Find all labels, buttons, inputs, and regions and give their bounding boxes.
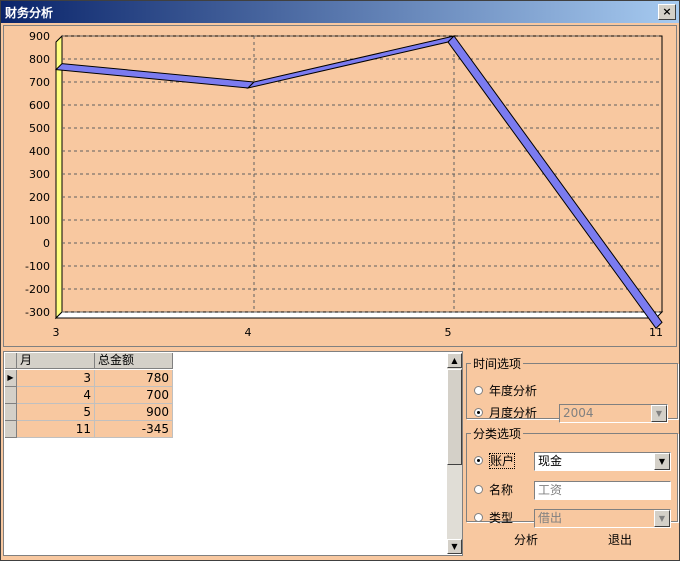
analyze-button[interactable]: 分析 [497, 529, 555, 551]
y-tick-label: 300 [29, 168, 50, 181]
name-input[interactable]: 工资 [534, 481, 671, 500]
table-cell-month[interactable]: 5 [17, 404, 95, 421]
finance-analysis-window: 财务分析 × 900 800 700 600 500 400 300 200 100 0 -100 -… [0, 0, 680, 561]
table-cell-total[interactable]: 780 [95, 370, 173, 387]
category-options-legend: 分类选项 [473, 427, 522, 441]
account-label: 账户 [489, 453, 516, 469]
floor [54, 311, 664, 319]
grid-corner [5, 353, 17, 369]
name-label: 名称 [489, 483, 514, 497]
y-tick-label: -100 [25, 260, 50, 273]
y-tick-label: 200 [29, 191, 50, 204]
close-button[interactable]: × [658, 4, 676, 20]
account-select[interactable]: 现金 ▼ [534, 452, 671, 471]
column-header-month[interactable]: 月 [17, 353, 95, 369]
y-tick-label: 800 [29, 53, 50, 66]
chevron-down-icon[interactable]: ▼ [654, 510, 670, 527]
chevron-down-icon[interactable]: ▼ [651, 405, 667, 422]
line-chart: 900 800 700 600 500 400 300 200 100 0 -100 -200 -300… [25, 30, 664, 339]
radio-yearly-analysis[interactable]: 年度分析 [474, 383, 574, 399]
chevron-down-icon[interactable]: ▼ [654, 453, 670, 470]
scroll-thumb[interactable] [447, 369, 462, 465]
x-tick-label: 3 [53, 326, 60, 339]
table-cell-total[interactable]: 900 [95, 404, 173, 421]
y-tick-label: -200 [25, 283, 50, 296]
y-tick-label: 700 [29, 76, 50, 89]
table-cell-month[interactable]: 3 [17, 370, 95, 387]
x-tick-label: 5 [445, 326, 452, 339]
radio-circle-selected[interactable] [474, 456, 483, 465]
radio-name[interactable]: 名称 [474, 482, 532, 498]
radio-circle[interactable] [474, 513, 483, 522]
category-options-group: 分类选项 账户 现金 ▼ 名称 工资 类型 借出 ▼ [466, 425, 678, 528]
table-cell-month[interactable]: 4 [17, 387, 95, 404]
left-wall [55, 34, 63, 320]
data-grid: 月 总金额 ▶ 3 780 4 700 5 900 11 -345 ▲ ▼ [3, 351, 463, 556]
row-indicator-current[interactable]: ▶ [5, 370, 17, 387]
y-tick-label: 900 [29, 30, 50, 43]
account-select-value: 现金 [538, 454, 563, 468]
scroll-up-button[interactable]: ▲ [447, 353, 462, 368]
monthly-label: 月度分析 [489, 406, 538, 420]
y-tick-label: 100 [29, 214, 50, 227]
year-select[interactable]: 2004 ▼ [559, 404, 668, 423]
radio-account[interactable]: 账户 [474, 453, 532, 469]
scroll-down-button[interactable]: ▼ [447, 539, 462, 554]
table-cell-total[interactable]: -345 [95, 421, 173, 438]
row-indicator[interactable] [5, 421, 17, 438]
exit-button[interactable]: 退出 [591, 529, 649, 551]
radio-circle-selected[interactable] [474, 408, 483, 417]
radio-circle[interactable] [474, 485, 483, 494]
type-select-value: 借出 [538, 511, 563, 525]
radio-circle[interactable] [474, 386, 483, 395]
type-select[interactable]: 借出 ▼ [534, 509, 671, 528]
y-tick-label: 0 [43, 237, 50, 250]
vertical-scrollbar[interactable]: ▲ ▼ [447, 353, 462, 554]
y-tick-label: 500 [29, 122, 50, 135]
title-bar: 财务分析 × [1, 1, 679, 23]
y-tick-label: 400 [29, 145, 50, 158]
row-indicator[interactable] [5, 404, 17, 421]
y-tick-label: 600 [29, 99, 50, 112]
chart-panel: 900 800 700 600 500 400 300 200 100 0 -100 -200 -300… [3, 25, 677, 347]
year-select-value: 2004 [563, 406, 594, 420]
time-options-group: 时间选项 年度分析 月度分析 2004 ▼ [466, 355, 678, 423]
table-cell-total[interactable]: 700 [95, 387, 173, 404]
x-tick-label: 4 [245, 326, 252, 339]
time-options-legend: 时间选项 [473, 357, 522, 371]
radio-type[interactable]: 类型 [474, 510, 532, 526]
type-label: 类型 [489, 511, 514, 525]
row-indicator[interactable] [5, 387, 17, 404]
column-header-total[interactable]: 总金额 [95, 353, 173, 369]
window-title: 财务分析 [5, 6, 54, 20]
yearly-label: 年度分析 [489, 384, 538, 398]
y-tick-label: -300 [25, 306, 50, 319]
table-cell-month[interactable]: 11 [17, 421, 95, 438]
